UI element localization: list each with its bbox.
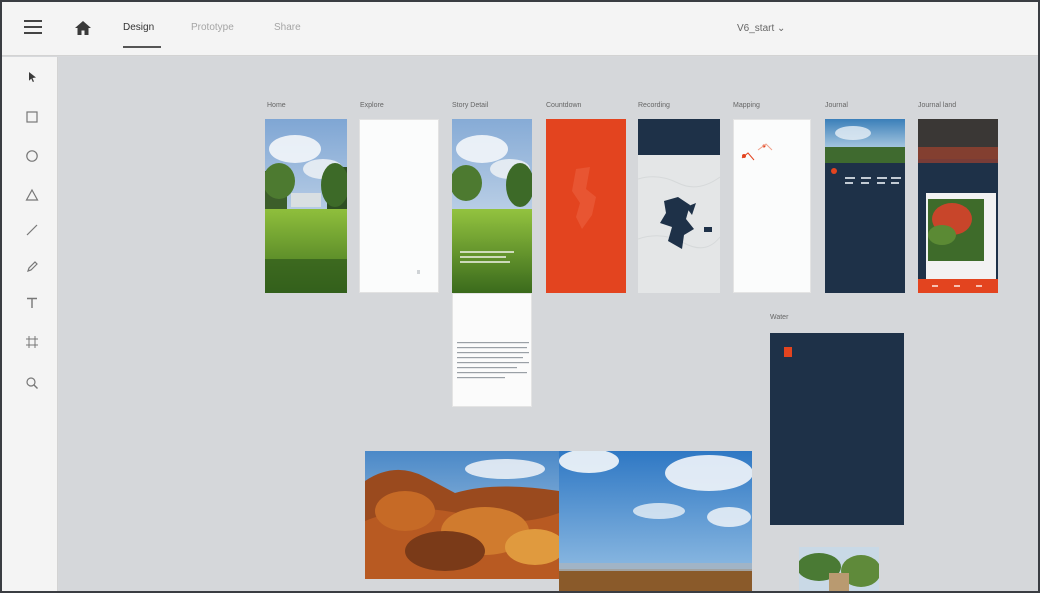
active-tab-indicator <box>123 46 161 48</box>
artboard-recording[interactable] <box>638 119 720 293</box>
story-text-lines <box>457 342 529 379</box>
artboard-label-story-detail: Story Detail <box>452 102 489 109</box>
artboard-label-water: Water <box>770 314 789 321</box>
trail-photo <box>799 547 879 591</box>
artboard-label-countdown: Countdown <box>546 102 582 109</box>
artboard-home[interactable] <box>265 119 347 293</box>
home-icon[interactable] <box>72 17 94 39</box>
ellipse-tool[interactable] <box>24 148 40 164</box>
artboard-label-home: Home <box>267 102 286 109</box>
tab-design[interactable]: Design <box>123 22 154 33</box>
rectangle-icon <box>26 111 38 123</box>
polygon-tool[interactable] <box>24 187 40 203</box>
pen-icon <box>27 261 38 272</box>
artboard-journal[interactable] <box>825 119 905 293</box>
artboard-journal-land[interactable] <box>918 119 998 293</box>
artboard-tool[interactable] <box>24 334 40 350</box>
water-screen <box>784 347 792 357</box>
artboard-label-explore: Explore <box>360 102 384 109</box>
autumn-forest-image[interactable] <box>365 451 559 579</box>
artboard-countdown[interactable] <box>546 119 626 293</box>
artboard-mapping[interactable] <box>733 119 811 293</box>
select-tool[interactable] <box>24 69 40 85</box>
document-title-dropdown[interactable]: V6_start ⌄ <box>737 23 785 34</box>
recording-map-image <box>638 119 720 249</box>
tool-sidebar <box>2 57 58 591</box>
line-tool[interactable] <box>24 222 40 238</box>
artboard-label-mapping: Mapping <box>733 102 760 109</box>
journal-screen <box>825 119 905 184</box>
ellipse-icon <box>26 150 38 162</box>
artboard-story-detail-continued[interactable] <box>452 293 532 407</box>
mapping-route-marks <box>741 143 773 161</box>
sky-landscape-image[interactable] <box>559 451 752 591</box>
journal-land-screen <box>918 119 998 293</box>
autumn-forest-photo <box>365 451 559 579</box>
artboard-label-journal-land: Journal land <box>918 102 957 109</box>
design-canvas[interactable]: Home Explore Story Detail Countdown Reco… <box>59 57 1038 591</box>
pen-tool[interactable] <box>24 259 40 275</box>
text-tool[interactable] <box>24 295 40 311</box>
zoom-tool[interactable] <box>24 375 40 391</box>
artboard-label-journal: Journal <box>825 102 848 109</box>
rectangle-tool[interactable] <box>24 109 40 125</box>
tab-share[interactable]: Share <box>274 22 301 33</box>
hamburger-menu-icon[interactable] <box>24 20 42 34</box>
tab-prototype[interactable]: Prototype <box>191 22 234 33</box>
triangle-icon <box>25 188 39 201</box>
top-toolbar: Design Prototype Share V6_start ⌄ <box>2 2 1038 56</box>
magnifier-icon <box>26 377 38 389</box>
trail-photo-thumbnail[interactable] <box>799 547 879 591</box>
artboard-story-detail[interactable] <box>452 119 532 293</box>
artboard-label-recording: Recording <box>638 102 670 109</box>
text-t-icon <box>27 297 37 308</box>
artboard-water[interactable] <box>770 333 904 525</box>
countdown-map-shape <box>572 167 596 229</box>
story-detail-photo-image <box>452 119 532 293</box>
arrow-cursor-icon <box>29 72 36 82</box>
artboard-explore[interactable] <box>359 119 439 293</box>
app-window: Design Prototype Share V6_start ⌄ Home E… <box>0 0 1040 593</box>
artboard-icon <box>26 336 38 348</box>
line-icon <box>26 224 38 236</box>
sky-landscape-photo <box>559 451 752 591</box>
home-photo-image <box>265 119 347 293</box>
